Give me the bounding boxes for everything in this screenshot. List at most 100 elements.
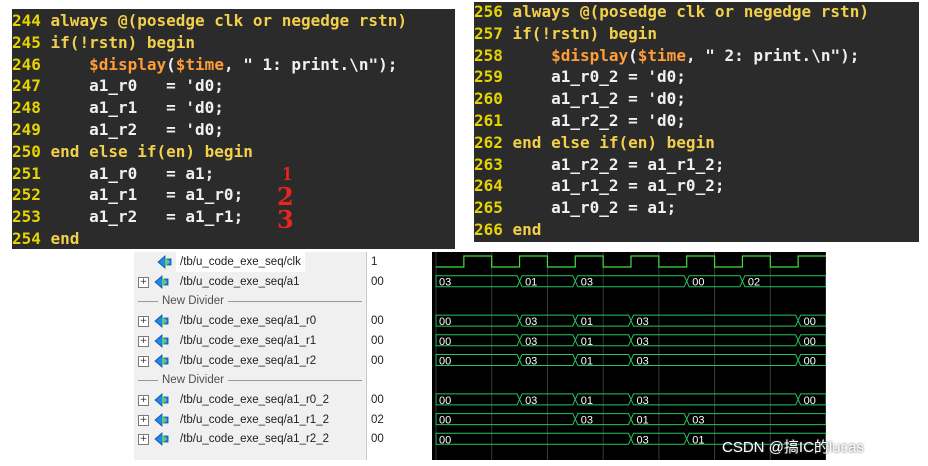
code-line: 260 a1_r1_2 = 'd0;	[474, 88, 919, 110]
bus-value-label: 03	[637, 356, 649, 368]
bus-value-label: 00	[439, 415, 451, 427]
signal-row[interactable]: /tb/u_code_exe_seq/clk	[134, 252, 366, 272]
waveform-viewer: /tb/u_code_exe_seq/clk + /tb/u_code_exe_se…	[134, 252, 826, 460]
line-number: 256	[474, 2, 503, 21]
expand-icon[interactable]: +	[138, 414, 149, 426]
bus-segment: 00	[435, 413, 576, 427]
line-number: 253	[12, 207, 41, 227]
code-line: 261 a1_r2_2 = 'd0;	[474, 110, 919, 132]
code-line: 252 a1_r1 = a1_r0;	[12, 184, 455, 206]
divider-label: New Divider	[158, 291, 228, 312]
bus-value-label: 02	[748, 277, 760, 289]
signal-name: /tb/u_code_exe_seq/a1_r0_2	[180, 393, 329, 406]
signal-value-row: 1	[367, 252, 433, 272]
signal-value: 00	[371, 315, 384, 328]
bus-value-label: 01	[692, 434, 704, 446]
code-text: a1_r1 = a1_r0;	[40, 185, 244, 205]
code-text: always @(posedge clk or negedge rstn)	[502, 2, 869, 21]
line-number: 261	[474, 111, 503, 130]
bus-value-label: 01	[637, 415, 649, 427]
expand-icon[interactable]: +	[138, 276, 149, 288]
expand-icon[interactable]: +	[138, 394, 149, 406]
bus-value-label: 00	[439, 434, 451, 446]
bus-value-label: 00	[804, 395, 816, 407]
line-number: 264	[474, 176, 503, 196]
bus-value-label: 01	[581, 336, 593, 348]
bus-value-label: 01	[525, 277, 537, 289]
signal-row[interactable]: + /tb/u_code_exe_seq/a1_r0	[134, 311, 366, 331]
expand-icon[interactable]: +	[138, 316, 149, 328]
bus-value-label: 03	[637, 336, 649, 348]
wave-divider: New Divider	[134, 291, 366, 312]
signal-row[interactable]: + /tb/u_code_exe_seq/a1	[134, 272, 366, 292]
code-line: 249 a1_r2 = 'd0;	[12, 119, 455, 141]
code-text: end else if(en) begin	[502, 132, 715, 152]
signal-value-row: 00	[367, 429, 433, 449]
code-line: 250 end else if(en) begin	[12, 141, 455, 163]
signal-icon	[154, 274, 169, 289]
signal-value: 00	[371, 433, 384, 446]
signal-name: /tb/u_code_exe_seq/a1_r1	[180, 334, 317, 347]
line-number: 266	[474, 220, 503, 239]
bus-value-label: 01	[581, 395, 593, 407]
line-number: 263	[474, 154, 503, 174]
line-number: 260	[474, 89, 503, 109]
bus-value-label: 03	[637, 316, 649, 328]
code-line: 256 always @(posedge clk or negedge rstn…	[474, 2, 919, 23]
bus-segment: 03	[435, 275, 521, 289]
bus-value-label: 03	[525, 316, 537, 328]
line-number: 246	[12, 54, 41, 74]
signal-value-row: 00	[367, 272, 433, 292]
line-number: 254	[12, 229, 41, 248]
code-line: 265 a1_r0_2 = a1;	[474, 197, 919, 219]
code-line: 247 a1_r0 = 'd0;	[12, 75, 455, 97]
code-line: 262 end else if(en) begin	[474, 132, 919, 154]
code-line: 263 a1_r2_2 = a1_r1_2;	[474, 154, 919, 176]
bus-segment: 00	[797, 334, 826, 348]
signal-row[interactable]: + /tb/u_code_exe_seq/a1_r2	[134, 351, 366, 371]
divider-label: New Divider	[158, 370, 228, 391]
signal-row[interactable]: + /tb/u_code_exe_seq/a1_r1_2	[134, 410, 366, 430]
code-text: a1_r2 = 'd0;	[40, 120, 224, 139]
code-text: a1_r2_2 = a1_r1_2;	[502, 154, 725, 174]
signal-row[interactable]: + /tb/u_code_exe_seq/a1_r2_2	[134, 429, 366, 449]
bus-value-label: 03	[525, 395, 537, 407]
bus-segment: 00	[435, 354, 521, 368]
signal-icon	[154, 314, 169, 328]
signal-row[interactable]: + /tb/u_code_exe_seq/a1_r0_2	[134, 390, 366, 410]
bus-value-label: 00	[439, 336, 451, 348]
code-line: 245 if(!rstn) begin	[12, 32, 455, 54]
bus-segment: 00	[435, 314, 521, 328]
code-line: 244 always @(posedge clk or negedge rstn…	[12, 10, 455, 32]
line-number: 245	[12, 32, 41, 52]
bus-value-label: 03	[525, 336, 537, 348]
bus-value-label: 00	[804, 316, 816, 328]
code-line: 246 $display($time, " 1: print.\n");	[12, 54, 455, 76]
code-line: 253 a1_r2 = a1_r1;	[12, 206, 455, 228]
expand-icon[interactable]: +	[138, 434, 149, 446]
bus-value-label: 03	[439, 277, 451, 289]
code-text: $display($time, " 1: print.\n");	[89, 54, 398, 74]
code-text: always @(posedge clk or negedge rstn)	[40, 11, 407, 30]
expand-icon[interactable]: +	[138, 335, 149, 347]
line-number: 251	[12, 163, 41, 183]
signal-value: 1	[371, 256, 378, 268]
bus-segment: 00	[435, 334, 521, 348]
code-text: a1_r1_2 = a1_r0_2;	[502, 176, 725, 196]
signal-icon	[154, 393, 169, 407]
bus-value-label: 03	[581, 277, 593, 289]
code-panel-right: 256 always @(posedge clk or negedge rstn…	[474, 2, 919, 242]
bus-value-label: 01	[581, 316, 593, 328]
expand-icon[interactable]: +	[138, 355, 149, 367]
code-text: a1_r2 = a1_r1;	[40, 207, 244, 227]
line-number: 259	[474, 67, 503, 87]
waveform-canvas[interactable]: 03 01 03 00 02 00 03 01 03 00 00 03 01 03 00 00 03 01 03 00…	[432, 252, 826, 460]
waveform-pane[interactable]: 03 01 03 00 02 00 03 01 03 00 00 03 01 03 00 00 03 01 03 00…	[432, 252, 826, 460]
code-line: 254 end	[12, 228, 455, 249]
bus-value-label: 03	[637, 395, 649, 407]
bus-segment: 00	[797, 393, 826, 407]
bus-segment: 03	[574, 275, 688, 289]
signal-row[interactable]: + /tb/u_code_exe_seq/a1_r1	[134, 331, 366, 351]
code-text: end else if(en) begin	[40, 141, 253, 161]
annotation-3: 3	[277, 205, 294, 234]
